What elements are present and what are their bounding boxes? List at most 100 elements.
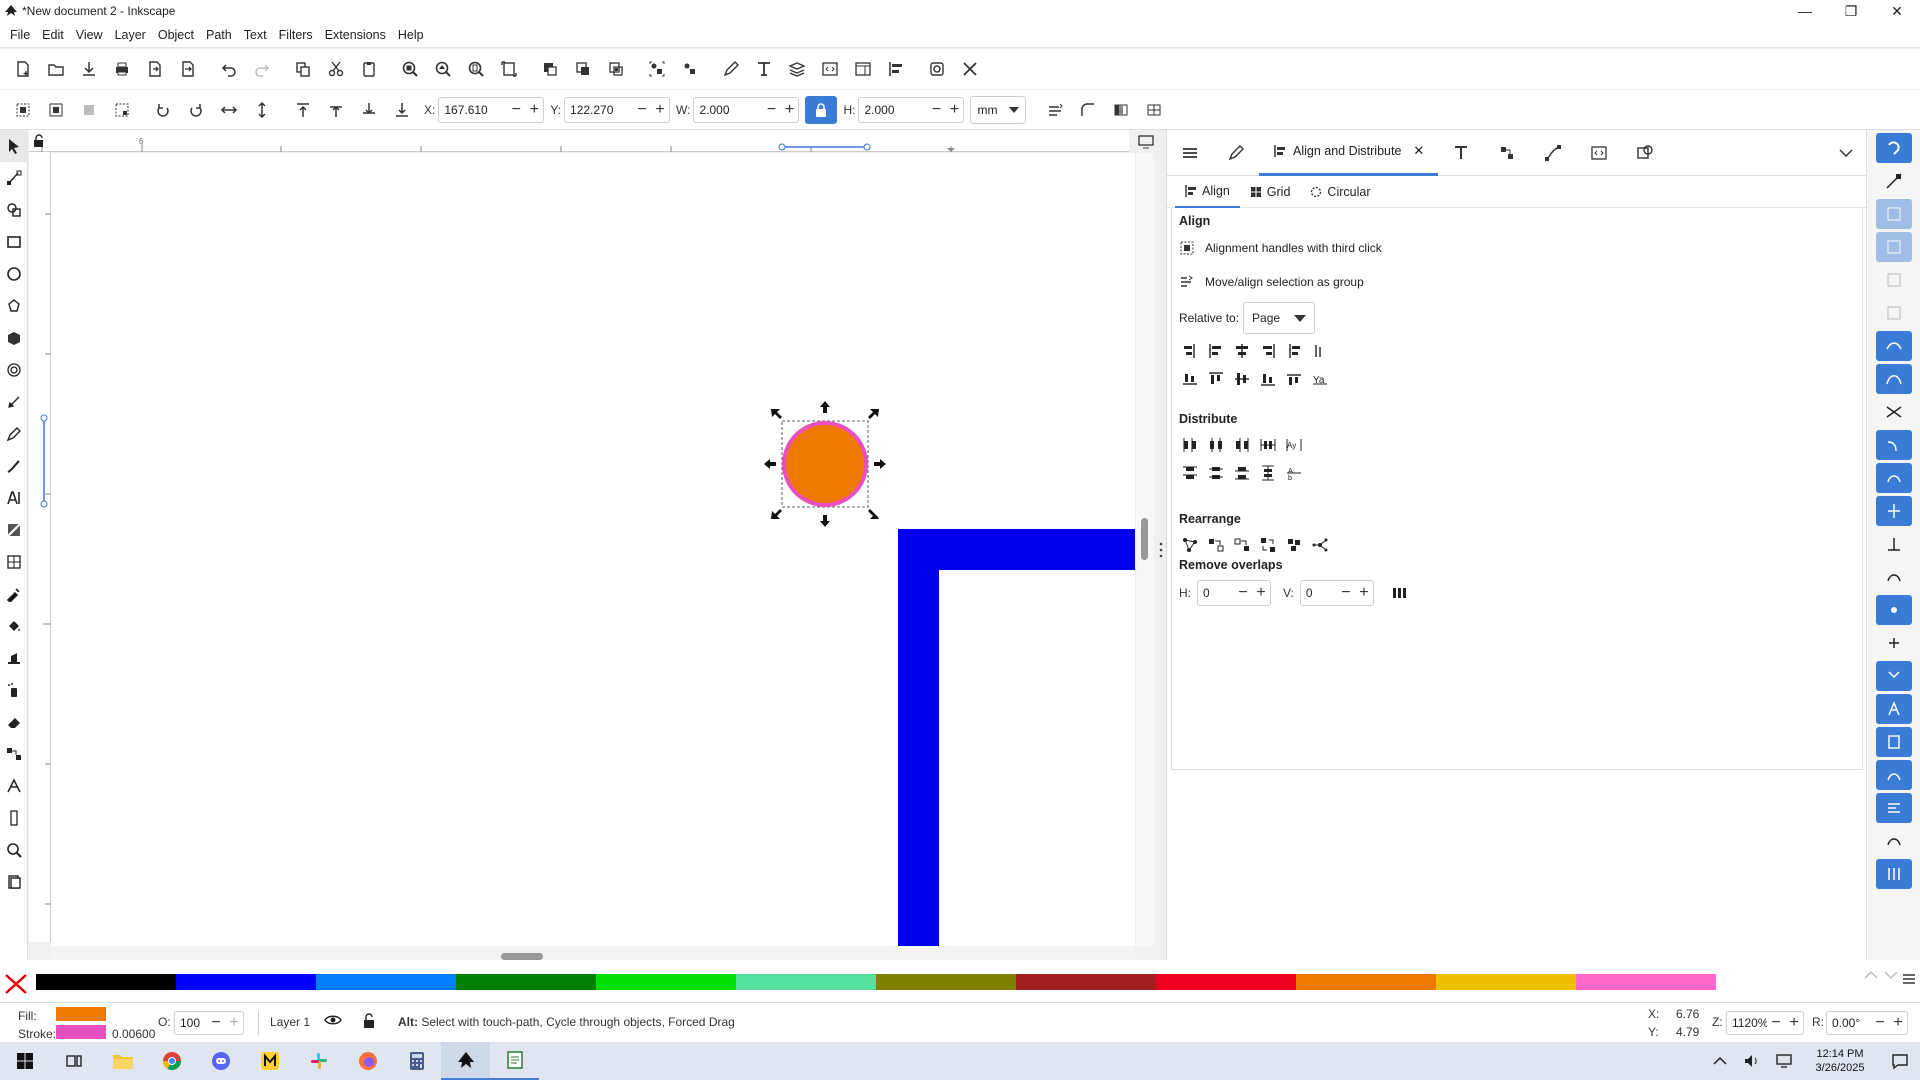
scale-stroke-icon[interactable] [1038, 95, 1071, 125]
document-properties-icon[interactable] [846, 54, 879, 84]
lock-ratio-button[interactable] [805, 95, 838, 124]
palette-swatch[interactable] [1436, 974, 1576, 990]
x-input[interactable] [439, 98, 508, 121]
spiral-tool-icon[interactable] [0, 354, 28, 386]
stroke-width-value[interactable]: 0.00600 [112, 1027, 155, 1041]
ungroup-icon[interactable] [673, 54, 706, 84]
lock-guides-icon[interactable] [32, 134, 46, 148]
opacity-decrement-button[interactable]: − [207, 1012, 225, 1034]
paste-icon[interactable] [352, 54, 385, 84]
discord-icon[interactable] [196, 1042, 245, 1080]
rectangle-tool-icon[interactable] [0, 226, 28, 258]
snap-text-baseline-icon[interactable] [1875, 661, 1912, 691]
node-tool-icon[interactable] [0, 162, 28, 194]
relative-to-select[interactable]: Page [1243, 302, 1316, 334]
zoom-selection-icon[interactable] [393, 54, 426, 84]
menu-file[interactable]: File [4, 28, 36, 42]
zoom-out-button[interactable]: − [1767, 1012, 1785, 1034]
snap-midpoints-icon[interactable] [1875, 496, 1912, 526]
copy-icon[interactable] [286, 54, 319, 84]
align-center-horizontal-icon[interactable] [1233, 370, 1251, 388]
xml-editor-icon[interactable] [813, 54, 846, 84]
unit-select[interactable]: mm [970, 95, 1027, 124]
drawing-canvas[interactable] [51, 153, 1135, 946]
pages-tool-icon[interactable] [0, 866, 28, 898]
snap-toggle-icon[interactable] [1875, 133, 1912, 163]
windows-start-icon[interactable] [0, 1042, 49, 1080]
lpe-tool-icon[interactable] [0, 770, 28, 802]
align-bottom-icon[interactable] [1259, 370, 1277, 388]
snap-bbox-corners-icon[interactable] [1875, 232, 1912, 262]
snap-page-border-icon[interactable] [1875, 727, 1912, 757]
horizontal-scroll-thumb[interactable] [501, 953, 543, 960]
w-decrement-button[interactable]: − [762, 99, 780, 121]
menu-view[interactable]: View [70, 28, 109, 42]
pencil-tool-icon[interactable] [0, 418, 28, 450]
palette-scroll-up-icon[interactable] [1864, 970, 1878, 980]
menu-text[interactable]: Text [238, 28, 273, 42]
overlap-v-decrement-button[interactable]: − [1337, 582, 1355, 604]
snap-smooth-icon[interactable] [1875, 463, 1912, 493]
h-increment-button[interactable]: + [945, 99, 963, 121]
snap-alignment-icon[interactable] [1876, 826, 1912, 856]
distribute-baseline-h-icon[interactable]: Ay [1285, 436, 1303, 454]
menu-filters[interactable]: Filters [273, 28, 319, 42]
zoom-input[interactable] [1727, 1013, 1767, 1033]
slack-icon[interactable] [294, 1042, 343, 1080]
palette-swatch[interactable] [1016, 974, 1156, 990]
save-icon[interactable] [72, 54, 105, 84]
vertical-ruler[interactable] [29, 152, 51, 942]
calligraphy-tool-icon[interactable] [0, 450, 28, 482]
align-distribute-tab[interactable]: Align and Distribute ✕ [1259, 130, 1439, 176]
raise-to-top-icon[interactable] [286, 95, 319, 125]
x-field[interactable]: − + [438, 96, 545, 123]
snap-intersections-icon[interactable] [1876, 397, 1912, 427]
rotate-input[interactable] [1827, 1013, 1871, 1033]
exchange-z-order-icon[interactable] [1233, 536, 1251, 554]
align-baseline-icon[interactable]: Ya [1311, 370, 1329, 388]
lower-to-bottom-icon[interactable] [385, 95, 418, 125]
snap-paths-icon[interactable] [1875, 364, 1912, 394]
pen-tool-icon[interactable] [0, 386, 28, 418]
layers-objects-icon[interactable] [780, 54, 813, 84]
lower-icon[interactable] [352, 95, 385, 125]
rotate-field[interactable]: − + [1826, 1011, 1908, 1035]
distribute-baseline-v-icon[interactable]: Ab [1285, 464, 1303, 482]
w-increment-button[interactable]: + [780, 99, 798, 121]
unlink-clone-icon[interactable] [599, 54, 632, 84]
snap-bbox-icon[interactable] [1876, 166, 1912, 196]
w-field[interactable]: − + [693, 96, 800, 123]
opacity-increment-button[interactable]: + [225, 1012, 243, 1034]
redo-icon[interactable] [245, 54, 278, 84]
raise-icon[interactable] [319, 95, 352, 125]
overlap-v-field[interactable]: − + [1299, 580, 1374, 606]
flip-vertical-icon[interactable] [245, 95, 278, 125]
palette-menu-icon[interactable] [1902, 972, 1916, 986]
menu-path[interactable]: Path [200, 28, 238, 42]
palette-swatch[interactable] [456, 974, 596, 990]
text-font-icon[interactable] [747, 54, 780, 84]
import-icon[interactable] [138, 54, 171, 84]
vertical-scrollbar[interactable] [1136, 153, 1154, 946]
snap-cusp-icon[interactable] [1875, 430, 1912, 460]
print-icon[interactable] [105, 54, 138, 84]
rotate-cw-icon[interactable] [179, 95, 212, 125]
overlap-h-field[interactable]: − + [1197, 580, 1271, 606]
show-hidden-icons-icon[interactable] [1704, 1042, 1736, 1080]
align-left-to-right-icon[interactable] [1285, 342, 1303, 360]
mesh-tool-icon[interactable] [0, 546, 28, 578]
ellipse-tool-icon[interactable] [0, 258, 28, 290]
3d-box-tool-icon[interactable] [0, 322, 28, 354]
subtab-grid[interactable]: Grid [1240, 176, 1301, 208]
tools-settings-icon[interactable] [953, 54, 986, 84]
zoom-in-button[interactable]: + [1785, 1012, 1803, 1034]
more-tabs-button[interactable] [1825, 130, 1867, 176]
exchange-clockwise-icon[interactable] [1259, 536, 1277, 554]
inkscape-taskbar-icon[interactable] [441, 1042, 490, 1080]
minimize-button[interactable]: — [1782, 0, 1828, 22]
snap-rotation-center-icon[interactable] [1876, 628, 1912, 658]
palette-swatch[interactable] [1156, 974, 1296, 990]
clone-icon[interactable] [566, 54, 599, 84]
alignment-handles-option[interactable]: Alignment handles with third click [1179, 240, 1382, 256]
restore-button[interactable]: ❐ [1828, 0, 1874, 22]
